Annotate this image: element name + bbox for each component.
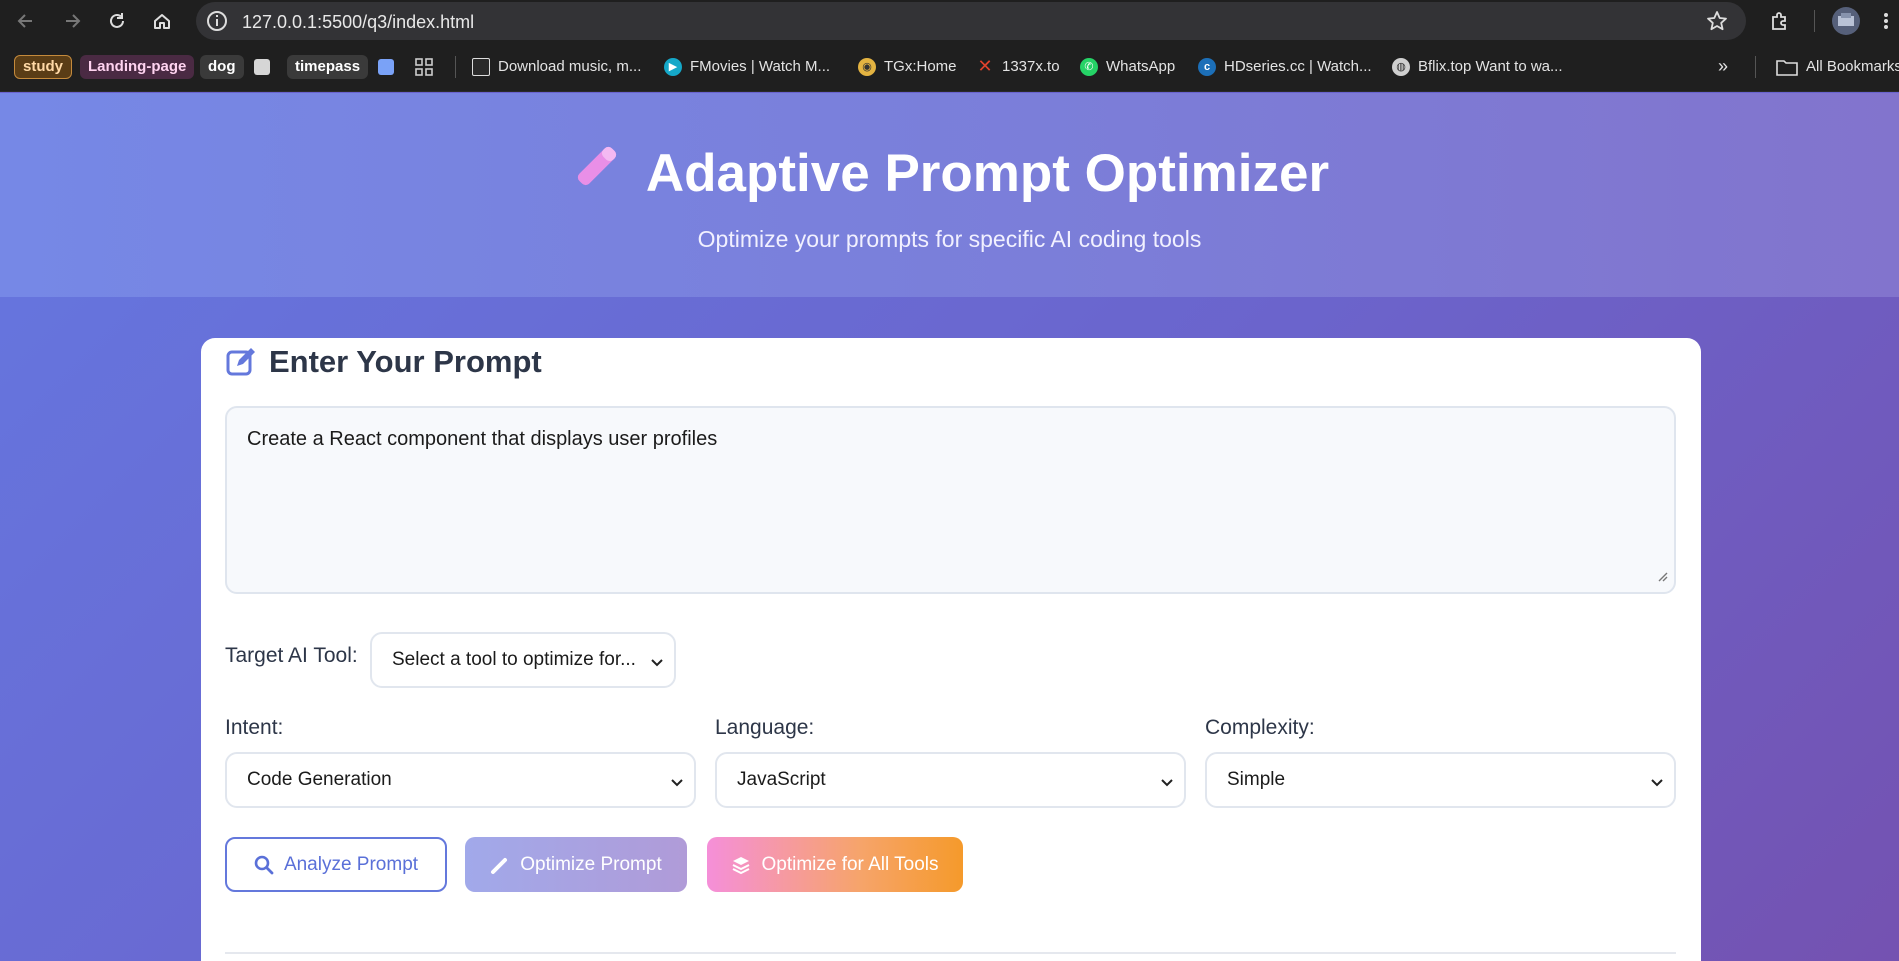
page-title-text: Adaptive Prompt Optimizer [645, 144, 1330, 203]
all-bookmarks-label: All Bookmarks [1806, 58, 1899, 75]
analyze-prompt-label: Analyze Prompt [283, 853, 419, 875]
apps-grid-icon [415, 57, 433, 76]
bookmark-label: WhatsApp [1106, 58, 1176, 75]
analyze-prompt-button[interactable]: Analyze Prompt [225, 837, 447, 892]
whatsapp-icon: ✆ [1080, 57, 1098, 76]
chevron-down-icon [1160, 774, 1174, 796]
fmovies-play-icon: ▶ [664, 57, 682, 76]
intent-label: Intent: [225, 716, 284, 739]
site-info-icon[interactable] [206, 10, 228, 37]
prompt-text: Create a React component that displays u… [247, 428, 718, 450]
magic-wand-icon [491, 857, 508, 874]
folder-square-icon [378, 58, 394, 75]
1337x-icon: ✕ [977, 56, 993, 76]
back-icon[interactable] [14, 9, 38, 33]
url-text: 127.0.0.1:5500/q3/index.html [242, 12, 475, 32]
chevron-down-icon [670, 774, 684, 796]
magic-wand-icon [570, 139, 624, 206]
address-bar[interactable]: 127.0.0.1:5500/q3/index.html [196, 2, 1746, 40]
target-tool-select[interactable]: Select a tool to optimize for... [370, 632, 676, 688]
page-title: Adaptive Prompt Optimizer [0, 143, 1899, 206]
tgx-icon: ◉ [858, 57, 876, 76]
language-select[interactable]: JavaScript [715, 752, 1186, 808]
bookmark-hdseries[interactable]: c HDseries.cc | Watch... [1198, 54, 1372, 79]
bookmark-folder-gray[interactable] [254, 54, 270, 79]
bookmark-timepass[interactable]: timepass [287, 54, 369, 79]
forward-icon[interactable] [60, 9, 84, 33]
folder-icon [1776, 59, 1798, 76]
optimize-all-tools-button[interactable]: Optimize for All Tools [707, 837, 963, 892]
bookmark-fmovies[interactable]: ▶ FMovies | Watch M... [664, 54, 830, 79]
profile-avatar[interactable] [1832, 7, 1860, 35]
language-value: JavaScript [737, 769, 826, 790]
bookmark-label: HDseries.cc | Watch... [1224, 58, 1372, 75]
extensions-icon[interactable] [1768, 9, 1792, 33]
bookmark-divider [1755, 56, 1756, 78]
all-bookmarks[interactable]: All Bookmarks [1776, 54, 1899, 79]
bookmark-label: dog [200, 54, 244, 79]
search-icon [254, 855, 274, 874]
bookmark-star-icon[interactable] [1706, 10, 1728, 37]
bookmarks-bar: study Landing-page dog timepass Download… [0, 42, 1899, 92]
bookmark-landing-page[interactable]: Landing-page [80, 54, 195, 79]
header: Adaptive Prompt Optimizer Optimize your … [0, 93, 1899, 297]
prompt-card-title: Enter Your Prompt [225, 344, 542, 380]
globe-icon: ◍ [1392, 57, 1410, 76]
bookmark-label: Download music, m... [498, 58, 642, 75]
layers-icon [733, 856, 750, 874]
optimize-prompt-button[interactable]: Optimize Prompt [465, 837, 687, 892]
hdseries-icon: c [1198, 57, 1216, 76]
folder-square-icon [254, 58, 270, 75]
bookmark-whatsapp[interactable]: ✆ WhatsApp [1080, 54, 1175, 79]
target-tool-label: Target AI Tool: [225, 644, 358, 667]
bookmark-folder-blue[interactable] [378, 54, 394, 79]
download-site-icon [472, 57, 490, 76]
prompt-card-title-text: Enter Your Prompt [269, 344, 542, 379]
toolbar-divider [1814, 10, 1815, 32]
prompt-card: Enter Your Prompt Create a React compone… [201, 338, 1701, 961]
bookmark-label: 1337x.to [1002, 58, 1060, 75]
bookmark-label: Bflix.top Want to wa... [1418, 58, 1563, 75]
bookmark-apps[interactable] [414, 54, 434, 79]
language-label: Language: [715, 716, 815, 739]
menu-kebab-icon[interactable] [1880, 9, 1892, 33]
chevron-down-icon [1650, 774, 1664, 796]
reload-icon[interactable] [105, 9, 129, 33]
bookmark-tgx[interactable]: ◉ TGx:Home [858, 54, 957, 79]
optimize-prompt-label: Optimize Prompt [520, 853, 662, 875]
bookmark-dog[interactable]: dog [200, 54, 244, 79]
bookmark-label: FMovies | Watch M... [690, 58, 831, 75]
home-icon[interactable] [150, 9, 174, 33]
bookmark-study[interactable]: study [14, 54, 73, 79]
bookmark-label: Landing-page [80, 54, 195, 79]
bookmark-1337x[interactable]: ✕ 1337x.to [976, 54, 1060, 79]
target-tool-value: Select a tool to optimize for... [392, 649, 636, 670]
browser-toolbar: 127.0.0.1:5500/q3/index.html [0, 0, 1899, 42]
page-subtitle: Optimize your prompts for specific AI co… [697, 226, 1202, 252]
intent-select[interactable]: Code Generation [225, 752, 696, 808]
complexity-select[interactable]: Simple [1205, 752, 1676, 808]
complexity-label: Complexity: [1205, 716, 1315, 739]
section-divider [225, 952, 1676, 954]
bookmark-label: TGx:Home [884, 58, 957, 75]
optimize-all-tools-label: Optimize for All Tools [761, 853, 939, 875]
complexity-value: Simple [1227, 769, 1286, 790]
bookmark-label: timepass [287, 54, 369, 79]
resize-grip-icon[interactable] [1656, 565, 1668, 588]
bookmark-label: study [14, 54, 73, 79]
prompt-textarea[interactable]: Create a React component that displays u… [225, 406, 1676, 594]
bookmark-divider [455, 56, 456, 78]
bookmark-bflix[interactable]: ◍ Bflix.top Want to wa... [1392, 54, 1563, 79]
chevron-down-icon [650, 654, 664, 676]
intent-value: Code Generation [247, 769, 392, 790]
page: Adaptive Prompt Optimizer Optimize your … [0, 93, 1899, 961]
bookmark-download-music[interactable]: Download music, m... [472, 54, 641, 79]
edit-icon [226, 348, 255, 376]
more-bookmarks-chevron-icon[interactable]: » [1718, 54, 1728, 79]
